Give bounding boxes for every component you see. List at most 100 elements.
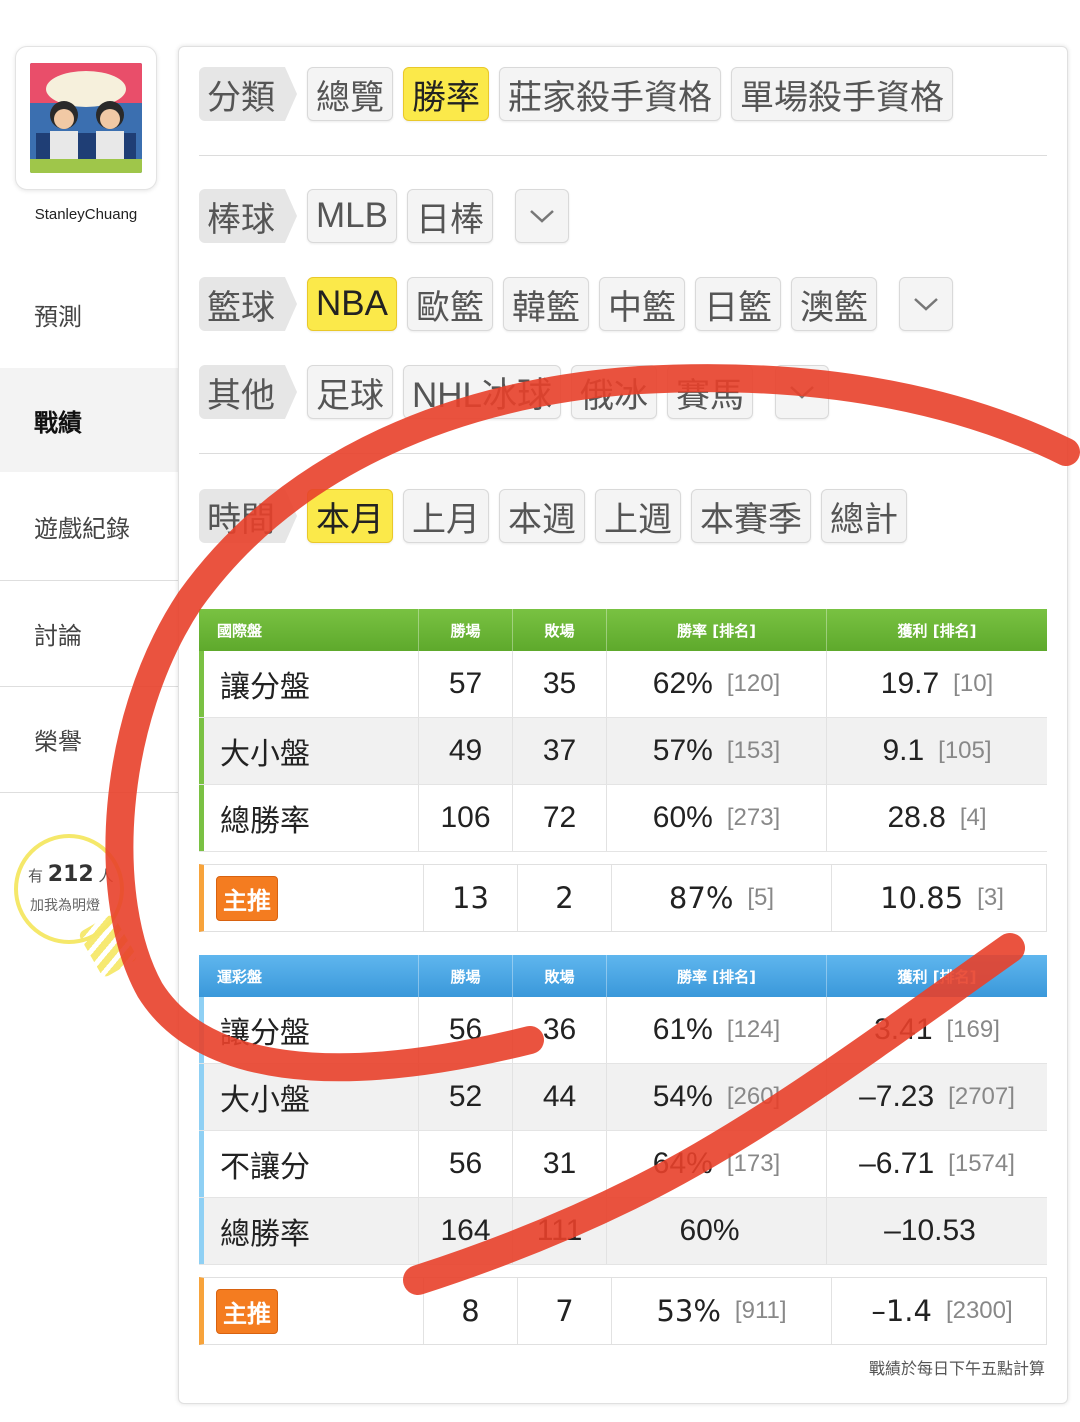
filter-korea-basketball-button[interactable]: 韓籃: [502, 277, 589, 331]
profit-rank: [2300]: [945, 1297, 1013, 1324]
avatar[interactable]: [30, 63, 142, 173]
win-count: 8: [423, 1278, 517, 1344]
loss-count: 2: [517, 865, 611, 931]
win-rate-cell: 57% [153]: [606, 718, 826, 784]
loss-count: 72: [512, 785, 606, 851]
filter-last-month-button[interactable]: 上月: [403, 489, 489, 543]
nav-item-label: 戰績: [34, 408, 82, 437]
nav-item-game-log[interactable]: 遊戲紀錄: [0, 474, 178, 578]
win-rate-rank: [911]: [734, 1297, 787, 1324]
win-rate-rank: [120]: [726, 670, 781, 697]
win-rate-rank: [153]: [726, 737, 781, 764]
profit-rank: [10]: [953, 670, 994, 697]
main-pick-row: 主推 13 2 87% [5] 10.85 [3]: [199, 864, 1047, 932]
win-count: 49: [418, 718, 512, 784]
profit-rank: [105]: [938, 737, 992, 764]
profit-cell: 28.8 [4]: [826, 785, 1047, 851]
win-rate-cell: 54% [260]: [606, 1064, 826, 1130]
fans-suffix: 人: [98, 867, 114, 885]
column-header: 獲利 [排名]: [826, 609, 1047, 651]
main-pick-row: 主推 8 7 53% [911] –1.4 [2300]: [199, 1277, 1047, 1345]
add-as-beacon-link[interactable]: 加我為明燈: [30, 895, 100, 915]
filter-this-week-button[interactable]: 本週: [499, 489, 585, 543]
table-row: 總勝率 164 111 60% –10.53: [199, 1198, 1047, 1265]
filter-row-basketball: 籃球 NBA 歐籃 韓籃 中籃 日籃 澳籃: [199, 277, 953, 331]
fans-prefix: 有: [28, 867, 44, 885]
loss-count: 37: [512, 718, 606, 784]
win-rate: 54%: [652, 1080, 713, 1113]
win-rate-cell: 53% [911]: [611, 1278, 831, 1344]
filter-mlb-button[interactable]: MLB: [307, 189, 397, 243]
table-row: 讓分盤 56 36 61% [124] 3.41 [169]: [199, 997, 1047, 1064]
win-rate: 57%: [652, 734, 713, 767]
loss-count: 7: [517, 1278, 611, 1344]
nav-item-record[interactable]: 戰績: [0, 368, 178, 472]
filter-this-season-button[interactable]: 本賽季: [691, 489, 811, 543]
filter-npb-button[interactable]: 日棒: [406, 189, 493, 243]
baseball-more-button[interactable]: [514, 189, 569, 243]
basketball-more-button[interactable]: [898, 277, 953, 331]
row-label: 讓分盤: [199, 651, 418, 717]
international-stats-table: 國際盤 勝場 敗場 勝率 [排名] 獲利 [排名] 讓分盤 57 35 62% […: [199, 609, 1047, 932]
win-rate-cell: 60% [273]: [606, 785, 826, 851]
avatar-card[interactable]: [15, 46, 157, 190]
filter-overview-button[interactable]: 總覽: [307, 67, 393, 121]
loss-count: 111: [512, 1198, 606, 1264]
filter-banker-killer-button[interactable]: 莊家殺手資格: [499, 67, 721, 121]
chevron-down-icon: [914, 298, 938, 311]
filter-single-killer-button[interactable]: 單場殺手資格: [731, 67, 953, 121]
profit-rank: [169]: [946, 1016, 1000, 1043]
filter-euro-basketball-button[interactable]: 歐籃: [406, 277, 493, 331]
nav-item-discussion[interactable]: 討論: [0, 581, 178, 685]
nav-item-label: 預測: [34, 302, 82, 331]
filter-australia-basketball-button[interactable]: 澳籃: [790, 277, 877, 331]
loss-count: 35: [512, 651, 606, 717]
win-rate-cell: 61% [124]: [606, 997, 826, 1063]
table-title: 運彩盤: [217, 967, 263, 986]
win-rate-rank: [5]: [747, 884, 775, 911]
profit: 9.1: [882, 734, 925, 767]
nav-item-predict[interactable]: 預測: [0, 262, 178, 366]
profit-rank: [3]: [977, 884, 1004, 911]
filter-total-button[interactable]: 總計: [821, 489, 907, 543]
win-rate-cell: 62% [120]: [606, 651, 826, 717]
win-rate-rank: [260]: [726, 1083, 781, 1110]
win-count: 56: [418, 997, 512, 1063]
filter-header-basketball: 籃球: [199, 277, 297, 331]
filter-last-week-button[interactable]: 上週: [595, 489, 681, 543]
calculation-footnote: 戰績於每日下午五點計算: [868, 1359, 1045, 1378]
win-rate: 64%: [652, 1147, 713, 1180]
row-label: 大小盤: [199, 718, 418, 784]
filter-soccer-button[interactable]: 足球: [307, 365, 393, 419]
win-rate-rank: [273]: [726, 804, 781, 831]
filter-japan-basketball-button[interactable]: 日籃: [694, 277, 781, 331]
filter-this-month-button[interactable]: 本月: [307, 489, 393, 543]
column-header: 敗場: [512, 609, 606, 651]
filter-winrate-button[interactable]: 勝率: [403, 67, 489, 121]
pick-label-cell: 主推: [204, 865, 423, 931]
nav-item-honor[interactable]: 榮譽: [0, 687, 178, 791]
filter-khl-button[interactable]: 俄冰: [571, 365, 658, 419]
profit-cell: –10.53: [826, 1198, 1047, 1264]
column-header: 敗場: [512, 955, 606, 997]
filter-horse-racing-button[interactable]: 賽馬: [667, 365, 754, 419]
filter-header-other: 其他: [199, 365, 297, 419]
column-header: 勝率 [排名]: [606, 955, 826, 997]
win-count: 13: [423, 865, 517, 931]
profit-rank: [2707]: [948, 1083, 1015, 1110]
nav-item-label: 榮譽: [34, 727, 82, 756]
win-count: 164: [418, 1198, 512, 1264]
sports-lottery-stats-table: 運彩盤 勝場 敗場 勝率 [排名] 獲利 [排名] 讓分盤 56 36 61% […: [199, 955, 1047, 1345]
table-row: 讓分盤 57 35 62% [120] 19.7 [10]: [199, 651, 1047, 718]
other-more-button[interactable]: [775, 365, 830, 419]
table-row: 不讓分 56 31 64% [173] –6.71 [1574]: [199, 1131, 1047, 1198]
filter-nba-button[interactable]: NBA: [307, 277, 397, 331]
column-header: 勝場: [418, 955, 512, 997]
filter-china-basketball-button[interactable]: 中籃: [598, 277, 685, 331]
filter-header-baseball: 棒球: [199, 189, 297, 243]
win-rate-cell: 60%: [606, 1198, 826, 1264]
win-rate-rank: [124]: [726, 1016, 781, 1043]
row-label: 大小盤: [199, 1064, 418, 1130]
filter-nhl-button[interactable]: NHL冰球: [403, 365, 562, 419]
row-label: 不讓分: [199, 1131, 418, 1197]
